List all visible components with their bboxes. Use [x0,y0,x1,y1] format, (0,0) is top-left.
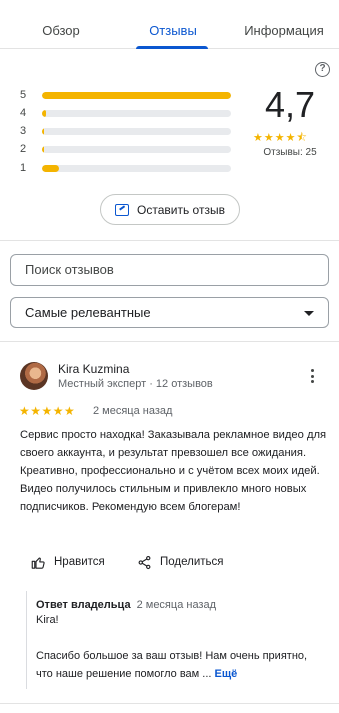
write-review-icon [115,203,130,216]
review-count: Отзывы: 25 [263,147,317,158]
rating-bar-fill [42,165,59,172]
rating-bar-row[interactable]: 4 [20,106,235,120]
tab-bar: Обзор Отзывы Информация [0,0,339,49]
owner-reply: Ответ владельца 2 месяца назад Kira! Спас… [26,591,326,689]
share-icon [138,555,151,569]
rating-bar-fill [42,146,44,153]
owner-reply-body: Спасибо большое за ваш отзыв! Нам очень … [36,647,326,683]
review-text: Сервис просто находка! Заказывала реклам… [20,429,327,513]
owner-reply-title: Ответ владельца [36,599,131,611]
rating-bar-track [42,128,231,135]
help-circle-icon[interactable]: ? [315,62,330,77]
share-button[interactable]: Поделиться [137,552,224,572]
rating-bar-fill [42,92,231,99]
rating-bar-row[interactable]: 3 [20,124,235,138]
sort-select[interactable]: Самые релевантные [10,297,329,328]
tab-reviews[interactable]: Отзывы [130,0,216,49]
like-button[interactable]: Нравится [31,552,105,572]
search-reviews-input[interactable]: Поиск отзывов [10,254,329,286]
owner-reply-date: 2 месяца назад [136,599,217,611]
section-divider [0,703,339,704]
review-author-meta: Местный эксперт · 12 отзывов [58,378,213,390]
rating-bar-label: 1 [20,162,27,174]
rating-bar-fill [42,128,44,135]
rating-bar-fill [42,110,46,117]
reply-more-link[interactable]: Ещё [215,668,238,680]
average-rating-stars: ★★★★⯪ [253,132,308,144]
review-date: 2 месяца назад [93,405,173,417]
rating-bar-track [42,165,231,172]
section-divider [0,341,339,342]
review-author[interactable]: Kira Kuzmina [58,362,129,376]
dropdown-arrow-icon [304,311,314,316]
share-label: Поделиться [160,556,224,568]
review-stars: ★★★★★ [19,404,76,418]
owner-reply-text: Спасибо большое за ваш отзыв! Нам очень … [36,650,308,680]
section-divider [0,240,339,241]
tab-info[interactable]: Информация [239,0,329,49]
sort-selected-label: Самые релевантные [25,305,151,320]
owner-reply-greeting: Kira! [36,614,59,626]
like-label: Нравится [54,556,105,568]
thumb-up-icon [31,556,45,569]
rating-bar-label: 2 [20,143,27,155]
rating-bar-label: 5 [20,89,27,101]
tab-overview[interactable]: Обзор [18,0,104,49]
write-review-button[interactable]: Оставить отзыв [100,194,240,225]
rating-bar-row[interactable]: 2 [20,142,235,156]
rating-bar-track [42,146,231,153]
write-review-label: Оставить отзыв [137,202,225,217]
more-options-icon[interactable] [308,369,316,383]
rating-bar-track [42,92,231,99]
active-tab-indicator [136,46,208,49]
rating-bar-label: 4 [20,107,27,119]
rating-bar-track [42,110,231,117]
rating-bar-row[interactable]: 1 [20,161,235,175]
rating-bar-row[interactable]: 5 [20,88,235,102]
rating-bar-label: 3 [20,125,27,137]
avatar[interactable] [20,362,48,390]
average-rating: 4,7 [264,84,316,125]
